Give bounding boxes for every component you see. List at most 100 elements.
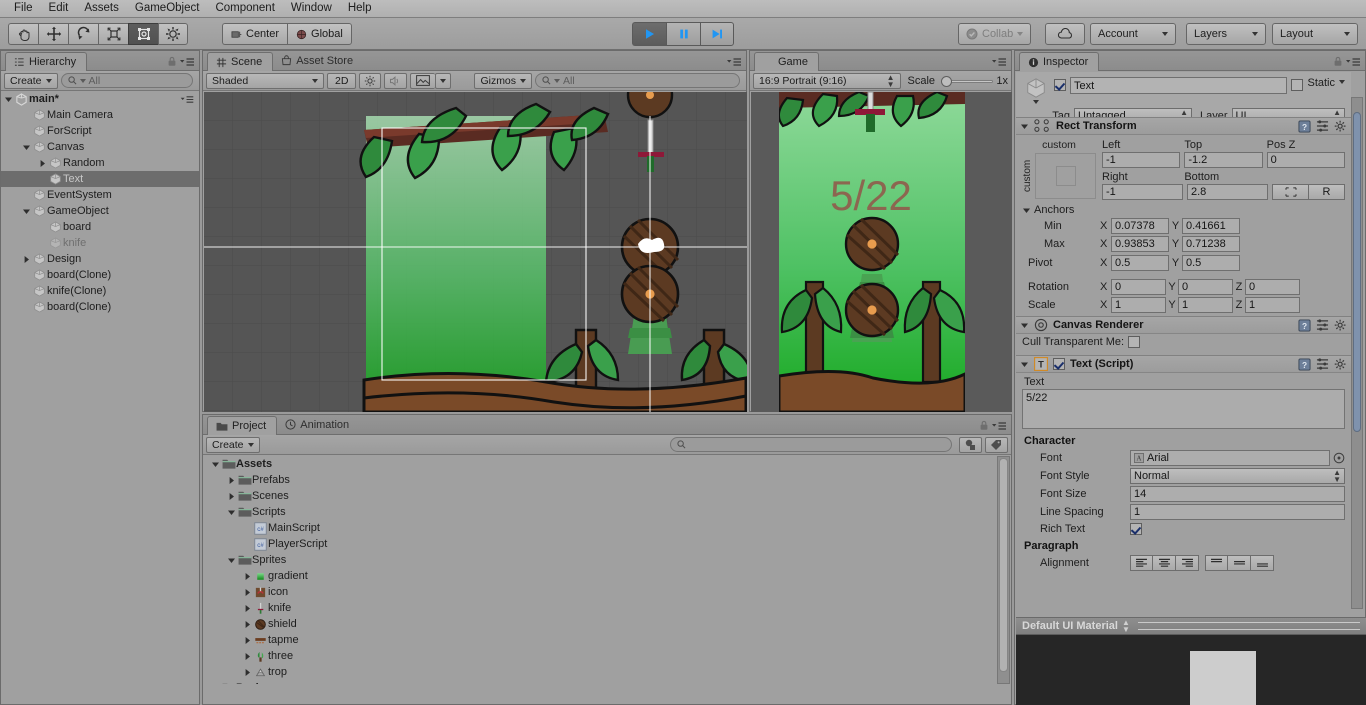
project-item-assets[interactable]: Assets bbox=[204, 456, 997, 472]
scene-search-input[interactable]: All bbox=[535, 73, 740, 88]
collab-button[interactable]: Collab bbox=[958, 23, 1032, 45]
scene-lighting-toggle[interactable] bbox=[359, 72, 382, 89]
hierarchy-item-gameobject[interactable]: GameObject bbox=[1, 203, 199, 219]
project-item-scripts[interactable]: Scripts bbox=[204, 504, 997, 520]
anchors-foldout[interactable]: Anchors bbox=[1022, 204, 1345, 216]
project-item-three[interactable]: three bbox=[204, 648, 997, 664]
line-spacing-input[interactable]: 1 bbox=[1130, 504, 1345, 520]
left-input[interactable]: -1 bbox=[1102, 152, 1181, 168]
scene-expand-arrow-icon[interactable] bbox=[3, 95, 14, 104]
menu-item-edit[interactable]: Edit bbox=[41, 0, 77, 17]
scale-z-input[interactable]: 1 bbox=[1245, 297, 1300, 313]
project-item-trop[interactable]: trop bbox=[204, 664, 997, 680]
rotation-x-input[interactable]: 0 bbox=[1111, 279, 1166, 295]
rect-transform-foldout-arrow-icon[interactable] bbox=[1020, 122, 1029, 131]
project-expand-arrow-icon[interactable] bbox=[226, 476, 237, 485]
help-book-icon[interactable]: ? bbox=[1298, 119, 1311, 133]
project-scrollbar-thumb[interactable] bbox=[999, 458, 1008, 672]
material-preview-area[interactable] bbox=[1016, 635, 1366, 705]
scale-slider-handle[interactable] bbox=[941, 75, 953, 87]
preset-icon[interactable] bbox=[1316, 120, 1329, 132]
menu-item-component[interactable]: Component bbox=[207, 0, 282, 17]
top-input[interactable]: -1.2 bbox=[1184, 152, 1263, 168]
bottom-input[interactable]: 2.8 bbox=[1187, 184, 1268, 200]
project-item-scenes[interactable]: Scenes bbox=[204, 488, 997, 504]
play-button[interactable] bbox=[632, 22, 666, 46]
menu-item-window[interactable]: Window bbox=[283, 0, 340, 17]
transform-tool-icon[interactable] bbox=[158, 23, 188, 45]
game-tab-menu[interactable] bbox=[991, 57, 1007, 67]
layers-button[interactable]: Layers bbox=[1186, 23, 1266, 45]
scene-fx-dropdown[interactable] bbox=[435, 72, 452, 89]
cloud-button[interactable] bbox=[1045, 23, 1085, 45]
hierarchy-item-board-clone[interactable]: board(Clone) bbox=[1, 299, 199, 315]
hierarchy-expand-arrow-icon[interactable] bbox=[21, 207, 32, 216]
rotation-y-input[interactable]: 0 bbox=[1178, 279, 1233, 295]
tab-hierarchy[interactable]: Hierarchy bbox=[5, 52, 88, 71]
game-viewport[interactable]: 5/22 bbox=[751, 92, 1012, 412]
handle-space-button[interactable]: Global bbox=[287, 23, 352, 45]
hand-tool-icon[interactable] bbox=[8, 23, 38, 45]
project-item-sprites[interactable]: Sprites bbox=[204, 552, 997, 568]
project-expand-arrow-icon[interactable] bbox=[242, 636, 253, 645]
hierarchy-scene-root[interactable]: main* bbox=[1, 91, 199, 107]
menu-item-file[interactable]: File bbox=[6, 0, 41, 17]
align-left-button[interactable] bbox=[1130, 555, 1153, 571]
project-expand-arrow-icon[interactable] bbox=[242, 572, 253, 581]
project-expand-arrow-icon[interactable] bbox=[242, 652, 253, 661]
preset-icon[interactable] bbox=[1316, 319, 1329, 331]
hierarchy-create-button[interactable]: Create bbox=[4, 72, 58, 89]
project-create-button[interactable]: Create bbox=[206, 436, 260, 453]
project-item-playerscript[interactable]: c# PlayerScript bbox=[204, 536, 997, 552]
align-center-button[interactable] bbox=[1153, 555, 1176, 571]
hierarchy-expand-arrow-icon[interactable] bbox=[21, 143, 32, 152]
project-expand-arrow-icon[interactable] bbox=[242, 620, 253, 629]
account-button[interactable]: Account bbox=[1090, 23, 1176, 45]
project-type-filter-button[interactable] bbox=[959, 436, 982, 453]
scene-draw-mode-dropdown[interactable]: Shaded bbox=[206, 72, 324, 89]
raw-edit-button[interactable]: R bbox=[1308, 184, 1345, 200]
project-expand-arrow-icon[interactable] bbox=[226, 508, 237, 517]
panel-menu-icon[interactable] bbox=[991, 421, 1007, 431]
project-expand-arrow-icon[interactable] bbox=[242, 604, 253, 613]
help-book-icon[interactable]: ? bbox=[1298, 357, 1311, 371]
project-expand-arrow-icon[interactable] bbox=[210, 460, 221, 469]
scene-2d-toggle[interactable]: 2D bbox=[327, 72, 357, 89]
menu-item-help[interactable]: Help bbox=[340, 0, 380, 17]
text-script-enabled-checkbox[interactable] bbox=[1053, 358, 1065, 370]
tab-scene[interactable]: Scene bbox=[207, 52, 274, 71]
tab-animation[interactable]: Animation bbox=[277, 415, 359, 434]
font-picker-icon[interactable] bbox=[1333, 452, 1345, 464]
project-item-knife[interactable]: knife bbox=[204, 600, 997, 616]
canvas-renderer-foldout-arrow-icon[interactable] bbox=[1020, 321, 1029, 330]
rotation-z-input[interactable]: 0 bbox=[1245, 279, 1300, 295]
blueprint-mode-button[interactable] bbox=[1272, 184, 1308, 200]
cull-transparent-checkbox[interactable] bbox=[1128, 336, 1141, 348]
pivot-x-input[interactable]: 0.5 bbox=[1111, 255, 1169, 271]
project-expand-arrow-icon[interactable] bbox=[226, 492, 237, 501]
anchor-preset-widget[interactable]: custom custom bbox=[1022, 139, 1096, 200]
hierarchy-item-random[interactable]: Random bbox=[1, 155, 199, 171]
hierarchy-item-forscript[interactable]: ForScript bbox=[1, 123, 199, 139]
align-top-button[interactable] bbox=[1205, 555, 1228, 571]
hierarchy-item-text[interactable]: Text bbox=[1, 171, 199, 187]
pivot-mode-button[interactable]: Center bbox=[222, 23, 288, 45]
anchor-min-x-input[interactable]: 0.07378 bbox=[1111, 218, 1169, 234]
gear-icon[interactable] bbox=[1334, 358, 1347, 371]
rich-text-checkbox[interactable] bbox=[1130, 523, 1142, 535]
gear-icon[interactable] bbox=[1334, 319, 1347, 332]
tab-asset-store[interactable]: Asset Store bbox=[273, 51, 363, 70]
panel-menu-icon[interactable] bbox=[179, 57, 195, 67]
anchor-preset-box[interactable] bbox=[1035, 153, 1096, 199]
canvas-renderer-header[interactable]: Canvas Renderer ? bbox=[1016, 316, 1351, 334]
game-aspect-dropdown[interactable]: 16:9 Portrait (9:16) ▲ ▼ bbox=[753, 72, 901, 89]
hierarchy-item-board-clone[interactable]: board(Clone) bbox=[1, 267, 199, 283]
anchor-min-y-input[interactable]: 0.41661 bbox=[1182, 218, 1240, 234]
panel-menu-icon[interactable] bbox=[1345, 57, 1361, 67]
project-vertical-scrollbar[interactable] bbox=[997, 456, 1010, 684]
align-bottom-button[interactable] bbox=[1251, 555, 1274, 571]
scale-tool-icon[interactable] bbox=[98, 23, 128, 45]
project-label-filter-button[interactable] bbox=[985, 436, 1008, 453]
preset-icon[interactable] bbox=[1316, 358, 1329, 370]
project-item-tapme[interactable]: tapme bbox=[204, 632, 997, 648]
